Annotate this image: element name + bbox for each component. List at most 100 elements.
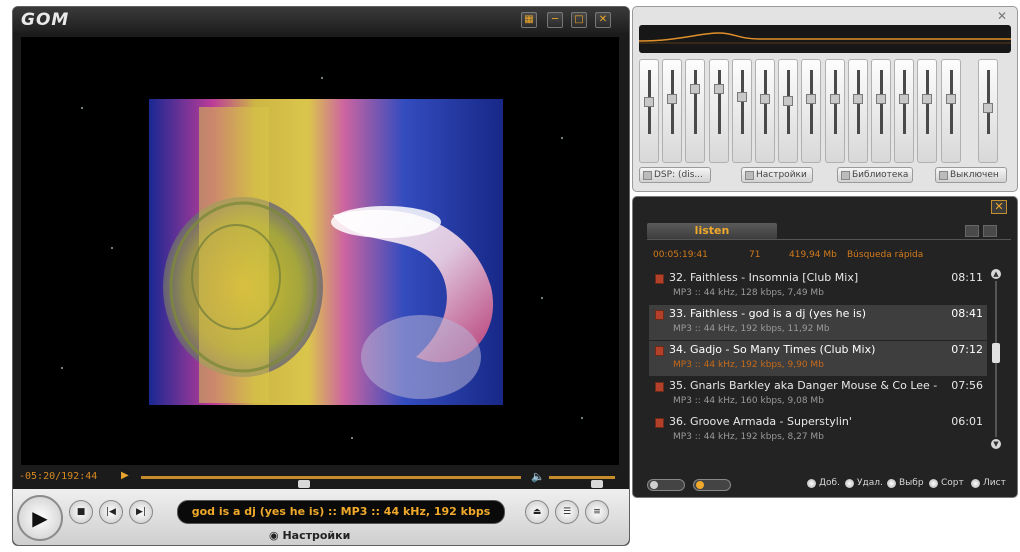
slider-knob[interactable] — [829, 93, 840, 104]
play-button[interactable]: ▶ — [17, 495, 63, 541]
slider-knob[interactable] — [852, 93, 863, 104]
eq-settings-button[interactable]: Настройки — [741, 167, 813, 183]
eq-band-slider[interactable] — [940, 59, 961, 163]
eq-band-slider[interactable] — [639, 59, 659, 163]
total-size: 419,94 Mb — [789, 250, 837, 260]
track-info: MP3 :: 44 kHz, 192 kbps, 9,90 Mb — [673, 360, 824, 370]
minimize-icon[interactable] — [965, 225, 979, 237]
sort-button[interactable]: Сорт — [929, 478, 964, 488]
eq-curve — [639, 32, 1011, 44]
eq-off-button[interactable]: Выключен — [935, 167, 1007, 183]
slider-track — [694, 70, 698, 134]
eq-band-sliders — [639, 59, 1011, 163]
close-icon[interactable]: ✕ — [991, 200, 1007, 214]
star-dot — [321, 77, 323, 79]
slider-knob[interactable] — [690, 84, 701, 95]
slider-knob[interactable] — [806, 93, 817, 104]
playlist-stats: 00:05:19:41 71 419,94 Mb Búsqueda rápida — [653, 250, 993, 264]
playlist-repeat-toggle[interactable] — [693, 479, 731, 491]
close-icon[interactable]: ✕ — [997, 9, 1007, 23]
eq-preamp-slider[interactable] — [977, 59, 998, 163]
track-icon — [655, 274, 664, 284]
slider-knob[interactable] — [760, 93, 770, 104]
playlist-toggle-button[interactable]: ≡ — [585, 500, 609, 524]
slider-track — [740, 70, 744, 134]
player-titlebar[interactable]: GOM ▦ ─ □ ✕ — [13, 7, 629, 33]
volume-handle[interactable] — [590, 480, 603, 488]
scroll-thumb[interactable] — [992, 343, 1000, 363]
scroll-down-icon[interactable]: ▼ — [991, 439, 1001, 449]
track-duration: 06:01 — [951, 415, 983, 428]
close-button[interactable]: ✕ — [595, 12, 611, 28]
star-dot — [111, 247, 113, 249]
volume-slider[interactable] — [549, 476, 615, 488]
options-icon[interactable] — [983, 225, 997, 237]
list-item[interactable]: 32. Faithless - Insomnia [Club Mix] 08:1… — [649, 269, 987, 304]
total-time: 00:05:19:41 — [653, 250, 708, 260]
next-icon: ▶| — [136, 507, 146, 517]
seek-bar[interactable] — [141, 476, 521, 488]
list-item-playing[interactable]: 34. Gadjo - So Many Times (Club Mix) 07:… — [649, 341, 987, 376]
speaker-icon[interactable]: 🔈 — [531, 470, 545, 483]
remove-button[interactable]: Удал. — [845, 478, 883, 488]
dsp-button[interactable]: DSP: (dis... — [639, 167, 711, 183]
scroll-up-icon[interactable]: ▲ — [991, 269, 1001, 279]
list-item[interactable]: 35. Gnarls Barkley aka Danger Mouse & Co… — [649, 377, 987, 412]
track-icon — [655, 418, 664, 428]
playlist-mode-toggle[interactable] — [647, 479, 685, 491]
slider-knob[interactable] — [667, 93, 678, 104]
maximize-button[interactable]: □ — [571, 12, 587, 28]
list-button[interactable]: Лист — [971, 478, 1006, 488]
eq-band-slider[interactable] — [708, 59, 729, 163]
eject-button[interactable]: ⏏ — [525, 500, 549, 524]
select-button[interactable]: Выбр — [887, 478, 924, 488]
previous-button[interactable]: |◀ — [99, 500, 123, 524]
eq-band-slider[interactable] — [847, 59, 868, 163]
seek-row: -05:20/192:44 ▶ 🔈 — [13, 469, 629, 488]
library-button[interactable]: Библиотека — [837, 167, 913, 183]
video-area[interactable] — [21, 37, 619, 465]
play-indicator-icon: ▶ — [121, 470, 129, 481]
slider-knob[interactable] — [713, 84, 724, 95]
slider-knob[interactable] — [899, 93, 910, 104]
eq-band-slider[interactable] — [917, 59, 938, 163]
track-title: 36. Groove Armada - Superstylin' — [669, 415, 852, 428]
seek-handle[interactable] — [298, 480, 311, 488]
slider-knob[interactable] — [783, 95, 794, 106]
track-list: 32. Faithless - Insomnia [Club Mix] 08:1… — [649, 269, 987, 449]
quick-search[interactable]: Búsqueda rápida — [847, 250, 923, 260]
playlist-tab[interactable]: listen — [647, 223, 777, 239]
equalizer-toggle-button[interactable]: ☰ — [555, 500, 579, 524]
play-icon: ▶ — [32, 506, 48, 530]
slider-knob[interactable] — [982, 103, 993, 114]
eq-curve-graph — [639, 25, 1011, 53]
slider-knob[interactable] — [945, 93, 956, 104]
settings-link[interactable]: ◉ Настройки — [269, 529, 350, 542]
list-item[interactable]: 36. Groove Armada - Superstylin' 06:01 M… — [649, 413, 987, 448]
eq-band-slider[interactable] — [755, 59, 775, 163]
eq-band-slider[interactable] — [731, 59, 752, 163]
eq-band-slider[interactable] — [662, 59, 683, 163]
stop-button[interactable]: ■ — [69, 500, 93, 524]
slider-knob[interactable] — [736, 91, 747, 102]
slider-knob[interactable] — [922, 93, 933, 104]
list-item[interactable]: 33. Faithless - god is a dj (yes he is) … — [649, 305, 987, 340]
add-button[interactable]: Доб. — [807, 478, 840, 488]
eq-band-slider[interactable] — [894, 59, 915, 163]
slider-track — [717, 70, 721, 134]
fullscreen-button[interactable]: ▦ — [521, 12, 537, 28]
slider-knob[interactable] — [644, 97, 654, 107]
next-button[interactable]: ▶| — [129, 500, 153, 524]
star-dot — [351, 437, 353, 439]
eq-band-slider[interactable] — [824, 59, 845, 163]
eq-band-slider[interactable] — [801, 59, 822, 163]
track-duration: 08:41 — [951, 307, 983, 320]
eq-band-slider[interactable] — [685, 59, 706, 163]
eq-band-slider[interactable] — [871, 59, 891, 163]
time-display[interactable]: -05:20/192:44 — [19, 471, 97, 482]
equalizer-window: ✕ DSP: (dis... Настройки Библиотека Выкл… — [632, 6, 1018, 192]
eq-band-slider[interactable] — [778, 59, 799, 163]
playlist-scrollbar[interactable]: ▲ ▼ — [991, 269, 1001, 449]
minimize-button[interactable]: ─ — [547, 12, 563, 28]
slider-knob[interactable] — [876, 93, 886, 104]
